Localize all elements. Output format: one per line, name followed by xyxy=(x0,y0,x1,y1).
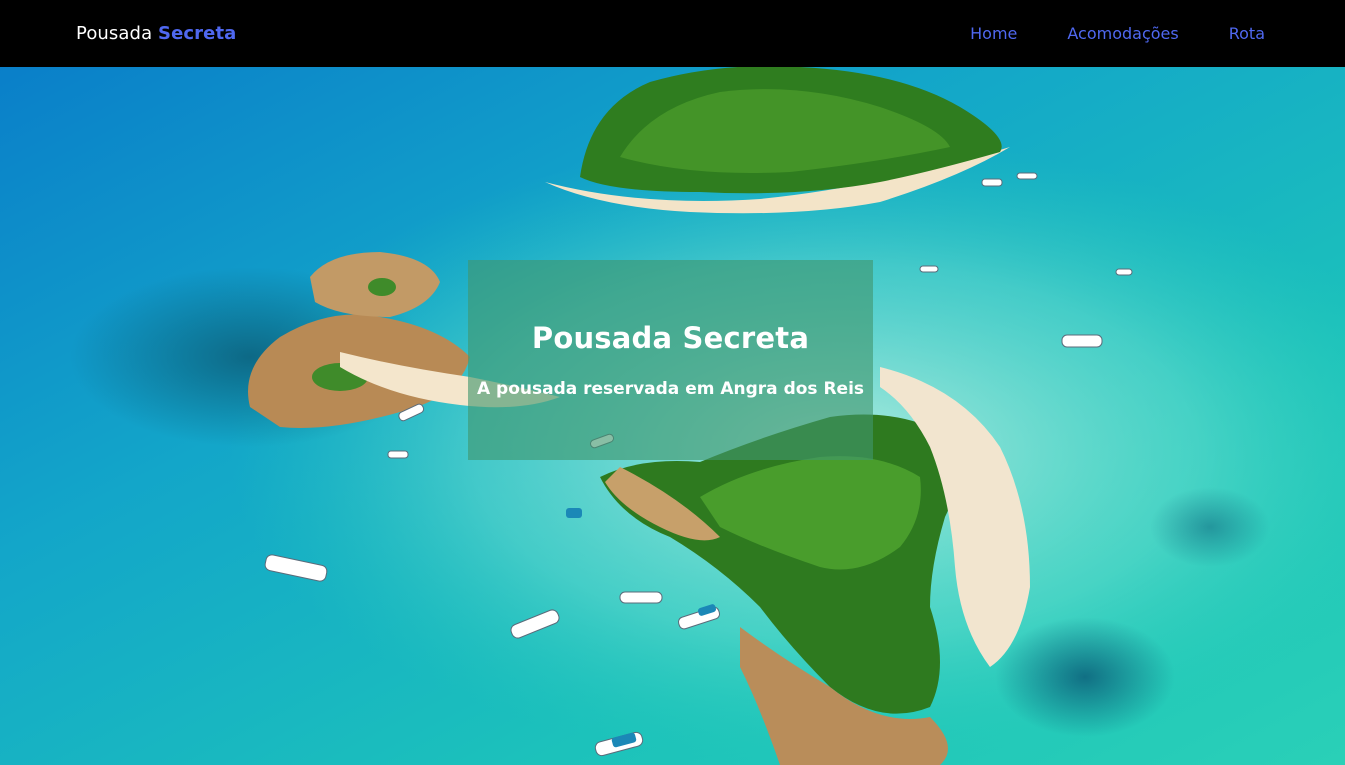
hero-subtitle: A pousada reservada em Angra dos Reis xyxy=(476,379,865,399)
brand-prefix: Pousada xyxy=(76,23,153,44)
top-navbar: Pousada Secreta Home Acomodações Rota xyxy=(0,0,1345,67)
brand-logo[interactable]: Pousada Secreta xyxy=(76,23,236,44)
brand-accent: Secreta xyxy=(158,23,237,44)
nav-link-rota[interactable]: Rota xyxy=(1229,24,1265,43)
hero-card: Pousada Secreta A pousada reservada em A… xyxy=(468,260,873,460)
nav-link-acomodacoes[interactable]: Acomodações xyxy=(1067,24,1178,43)
nav-link-home[interactable]: Home xyxy=(970,24,1017,43)
nav-links: Home Acomodações Rota xyxy=(970,24,1265,43)
hero-section: Pousada Secreta A pousada reservada em A… xyxy=(0,67,1345,765)
hero-title: Pousada Secreta xyxy=(531,321,810,355)
